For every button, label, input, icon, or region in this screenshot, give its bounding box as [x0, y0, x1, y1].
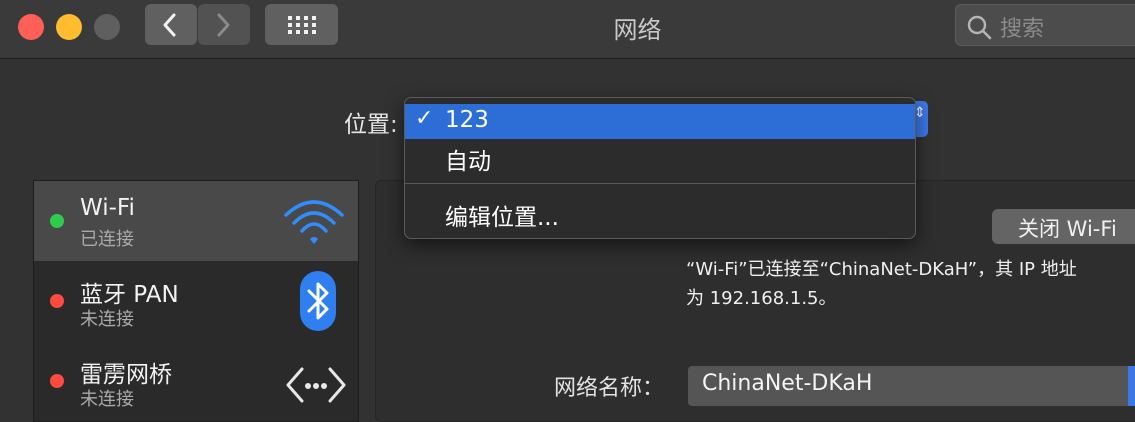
menu-item-edit-locations[interactable]: 编辑位置...	[405, 195, 915, 231]
network-name-popup[interactable]: ChinaNet-DKaH	[688, 366, 1133, 406]
search-icon	[967, 15, 992, 40]
network-name-popup-arrows[interactable]	[1128, 366, 1135, 406]
service-item-wifi[interactable]: Wi-Fi 已连接	[34, 181, 358, 261]
network-name-value: ChinaNet-DKaH	[702, 371, 873, 396]
service-status: 未连接	[80, 389, 134, 410]
thunderbolt-bridge-icon	[286, 367, 346, 403]
menu-item-label: 自动	[445, 149, 491, 175]
service-item-thunderbolt-bridge[interactable]: 雷雳网桥 未连接	[34, 341, 358, 421]
network-name-label: 网络名称：	[554, 376, 665, 401]
menu-separator	[405, 183, 915, 184]
search-field[interactable]: 搜索	[955, 4, 1135, 46]
status-dot	[50, 294, 64, 308]
turn-off-wifi-button[interactable]: 关闭 Wi-Fi	[992, 209, 1135, 244]
wifi-icon	[284, 200, 344, 244]
service-list: Wi-Fi 已连接 蓝牙 PAN 未连接 雷雳网桥 未连接	[33, 180, 359, 422]
service-name: 雷雳网桥	[80, 362, 172, 388]
turn-off-wifi-label: 关闭 Wi-Fi	[1018, 217, 1117, 241]
bluetooth-icon	[300, 271, 336, 331]
service-name: 蓝牙 PAN	[80, 282, 179, 308]
location-label: 位置:	[344, 112, 398, 138]
menu-item-label: 编辑位置...	[445, 205, 559, 231]
connection-status-text: “Wi-Fi”已连接至“ChinaNet-DKaH”，其 IP 地址 为 192…	[686, 255, 1135, 313]
status-line-2: 为 192.168.1.5。	[686, 288, 837, 309]
service-item-bluetooth-pan[interactable]: 蓝牙 PAN 未连接	[34, 261, 358, 341]
status-dot	[50, 374, 64, 388]
menu-item-location-123[interactable]: ✓ 123	[405, 104, 915, 139]
service-name: Wi-Fi	[80, 195, 135, 221]
location-menu: ✓ 123 自动 编辑位置...	[404, 97, 916, 239]
menu-item-location-auto[interactable]: 自动	[405, 139, 915, 175]
title-bar: 网络 搜索	[0, 0, 1135, 59]
status-line-1: “Wi-Fi”已连接至“ChinaNet-DKaH”，其 IP 地址	[686, 259, 1077, 280]
service-status: 未连接	[80, 309, 134, 330]
search-placeholder: 搜索	[1000, 17, 1045, 42]
checkmark-icon: ✓	[415, 106, 434, 131]
service-status: 已连接	[80, 229, 134, 250]
status-dot	[50, 214, 64, 228]
menu-item-label: 123	[445, 107, 489, 133]
